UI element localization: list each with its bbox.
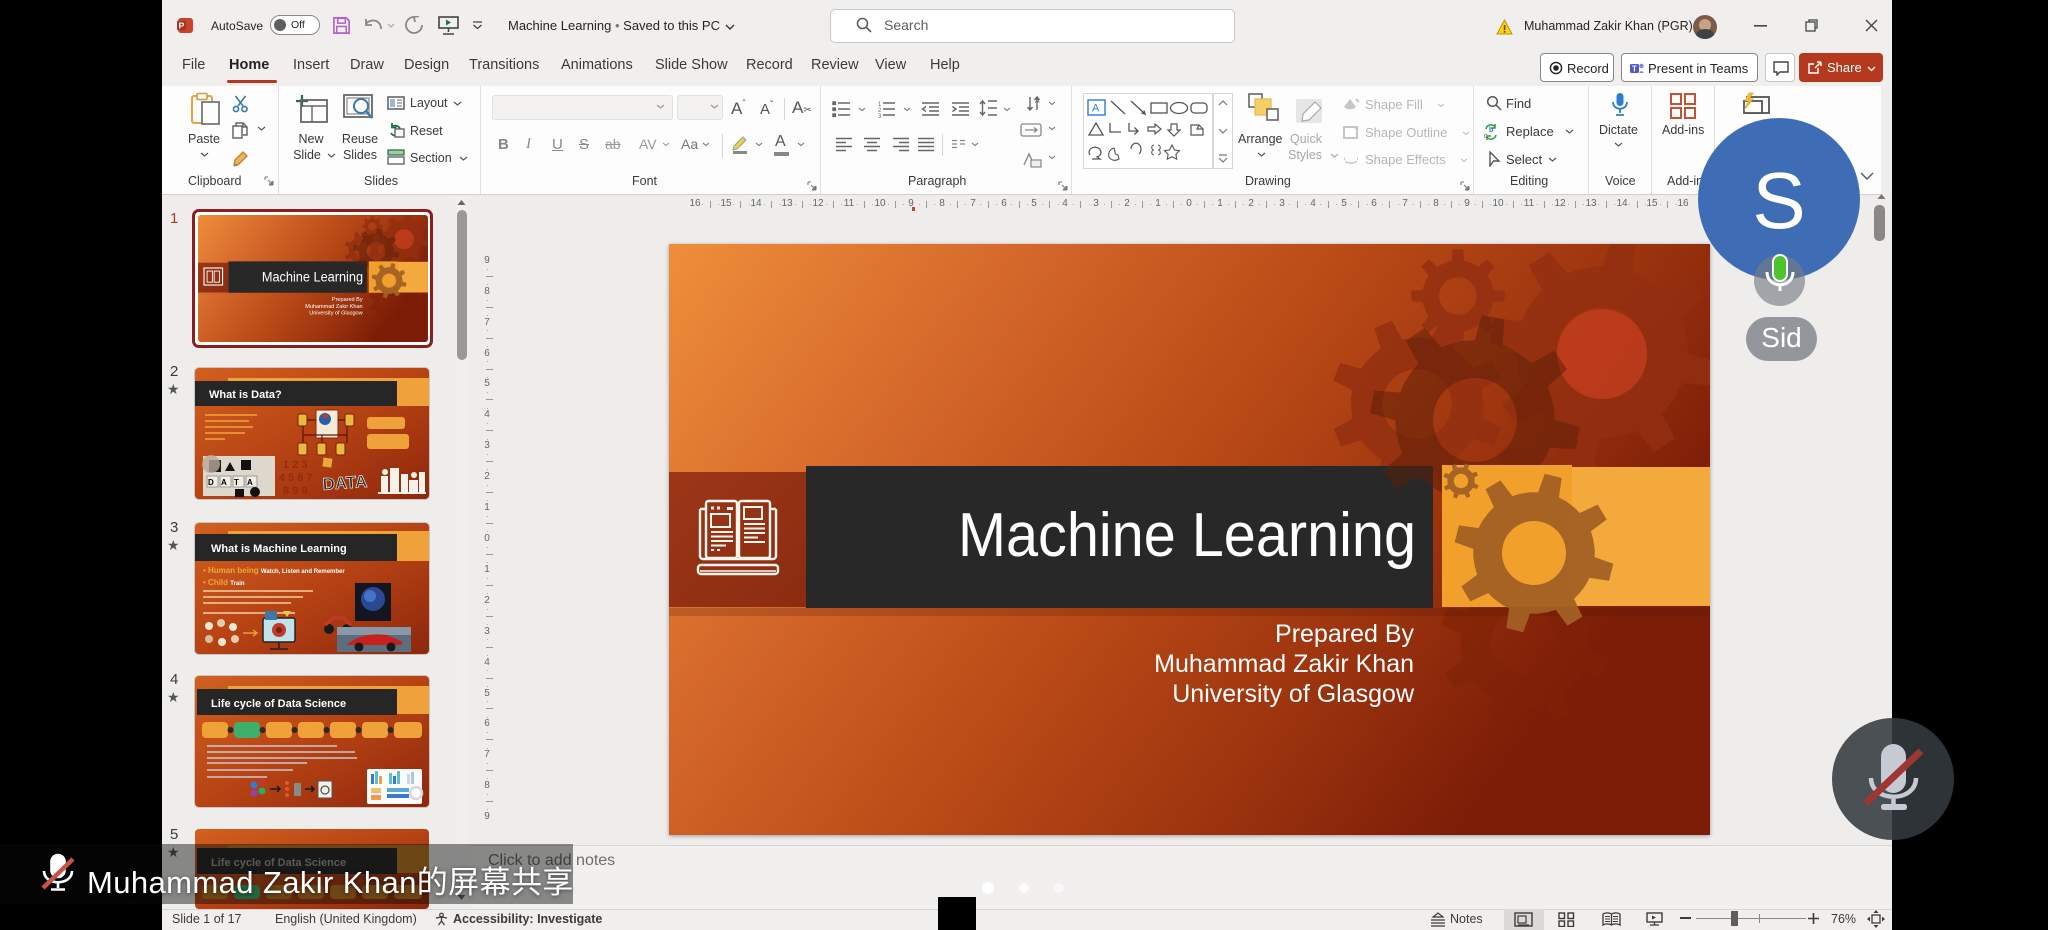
svg-text:Prepared By: Prepared By: [1275, 620, 1414, 648]
svg-text:A: A: [1092, 103, 1100, 115]
svg-text:1 2 3: 1 2 3: [283, 459, 307, 471]
svg-text:A: A: [221, 478, 227, 487]
svg-text:University of Glasgow: University of Glasgow: [309, 310, 362, 316]
svg-text:P: P: [179, 21, 185, 31]
svg-text:Muhammad Zakir Khan: Muhammad Zakir Khan: [305, 304, 362, 310]
svg-text:D: D: [208, 478, 214, 487]
svg-text:DATA: DATA: [322, 472, 368, 494]
svg-text:What is Data?: What is Data?: [209, 389, 282, 401]
svg-text:University of Glasgow: University of Glasgow: [1172, 680, 1415, 708]
svg-text:Muhammad Zakir Khan: Muhammad Zakir Khan: [1154, 650, 1414, 678]
svg-text:T: T: [234, 478, 239, 487]
svg-text:What is Machine Learning: What is Machine Learning: [211, 543, 347, 555]
svg-text:c: c: [1484, 133, 1488, 140]
svg-text:b: b: [1489, 127, 1493, 134]
svg-text:T: T: [1632, 65, 1637, 74]
svg-text:Machine Learning: Machine Learning: [958, 501, 1416, 570]
svg-text:A: A: [247, 478, 253, 487]
svg-text:Machine Learning: Machine Learning: [262, 270, 363, 285]
svg-text:4 5 6 7: 4 5 6 7: [279, 472, 313, 484]
svg-text:Life cycle of Data Science: Life cycle of Data Science: [211, 698, 346, 710]
svg-text:A: A: [1035, 98, 1040, 105]
svg-text:8 9 0: 8 9 0: [283, 485, 307, 497]
svg-text:Prepared By: Prepared By: [332, 297, 363, 303]
svg-text:3: 3: [878, 114, 882, 118]
